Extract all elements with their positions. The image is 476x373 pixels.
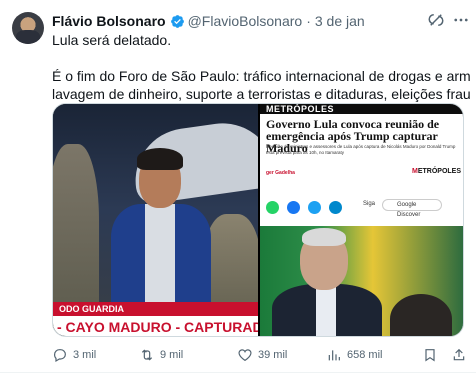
lula-shirt-shape — [316, 284, 336, 336]
separator-dot: · — [306, 13, 311, 29]
views-button[interactable]: 658 mil — [326, 345, 382, 365]
outlet-logo-rest: ETRÓPOLES — [417, 168, 462, 175]
outlet-logo: METRÓPOLES — [412, 168, 461, 175]
share-icon — [453, 348, 465, 361]
tv-banner-large: - CAYO MADURO - CAPTURADO! — [53, 316, 258, 336]
google-discover-badge: Google Discover — [382, 199, 442, 218]
tweet-text: Lula será delatado. É o fim do Foro de S… — [52, 31, 470, 103]
back-of-head-shape — [390, 294, 452, 336]
outlet-top-bar: METRÓPOLES — [260, 104, 463, 114]
retweet-button[interactable]: 9 mil — [139, 345, 183, 365]
avatar[interactable] — [12, 12, 44, 44]
verified-badge-icon — [170, 14, 184, 28]
tweet-timestamp[interactable]: 3 de jan — [315, 13, 365, 29]
media-image-article[interactable]: METRÓPOLES Governo Lula convoca reunião … — [260, 104, 463, 336]
tweet-text-line: lavagem de dinheiro, suporte a terrorist… — [52, 86, 470, 102]
reply-count: 3 mil — [73, 349, 97, 361]
views-icon — [328, 350, 340, 361]
media-image-maduro[interactable]: ODO GUARDIA - CAYO MADURO - CAPTURADO! — [53, 104, 258, 336]
tweet-header: Flávio Bolsonaro @FlavioBolsonaro · 3 de… — [52, 11, 365, 31]
lula-hair-shape — [302, 228, 346, 246]
tweet-text-line: Lula será delatado. — [52, 32, 172, 48]
bookmark-icon — [425, 349, 435, 362]
facebook-icon — [287, 200, 300, 214]
action-bar: 3 mil 9 mil 39 mil 658 mil — [52, 345, 470, 365]
tweet-card[interactable]: Flávio Bolsonaro @FlavioBolsonaro · 3 de… — [0, 0, 476, 373]
man-shirt-shape — [145, 204, 175, 304]
more-icon[interactable] — [452, 11, 470, 29]
heart-icon — [238, 349, 252, 362]
retweet-icon — [141, 349, 153, 361]
article-author: ger Gadelha — [266, 170, 295, 176]
retweet-count: 9 mil — [160, 349, 184, 361]
views-count: 658 mil — [347, 349, 383, 361]
tv-banner-small: ODO GUARDIA — [53, 302, 258, 316]
author-handle[interactable]: @FlavioBolsonaro — [188, 13, 303, 29]
author-name[interactable]: Flávio Bolsonaro — [52, 13, 166, 29]
reply-button[interactable]: 3 mil — [52, 345, 96, 365]
share-row — [266, 200, 350, 214]
twitter-icon — [308, 200, 321, 214]
whatsapp-icon — [266, 200, 279, 214]
reply-icon — [54, 349, 66, 363]
telegram-icon — [329, 200, 342, 214]
follow-label: Siga — [363, 201, 376, 207]
bookmark-button[interactable] — [422, 345, 443, 365]
tweet-text-line: É o fim do Foro de São Paulo: tráfico in… — [52, 68, 470, 84]
man-hair-shape — [137, 148, 183, 170]
grok-icon[interactable] — [427, 11, 445, 29]
like-button[interactable]: 39 mil — [237, 345, 287, 365]
share-button[interactable] — [451, 345, 472, 365]
like-count: 39 mil — [258, 349, 288, 361]
media-grid: ODO GUARDIA - CAYO MADURO - CAPTURADO! M… — [52, 103, 464, 337]
article-subheadline: Reunião de ministros e assessores de Lul… — [266, 144, 456, 155]
